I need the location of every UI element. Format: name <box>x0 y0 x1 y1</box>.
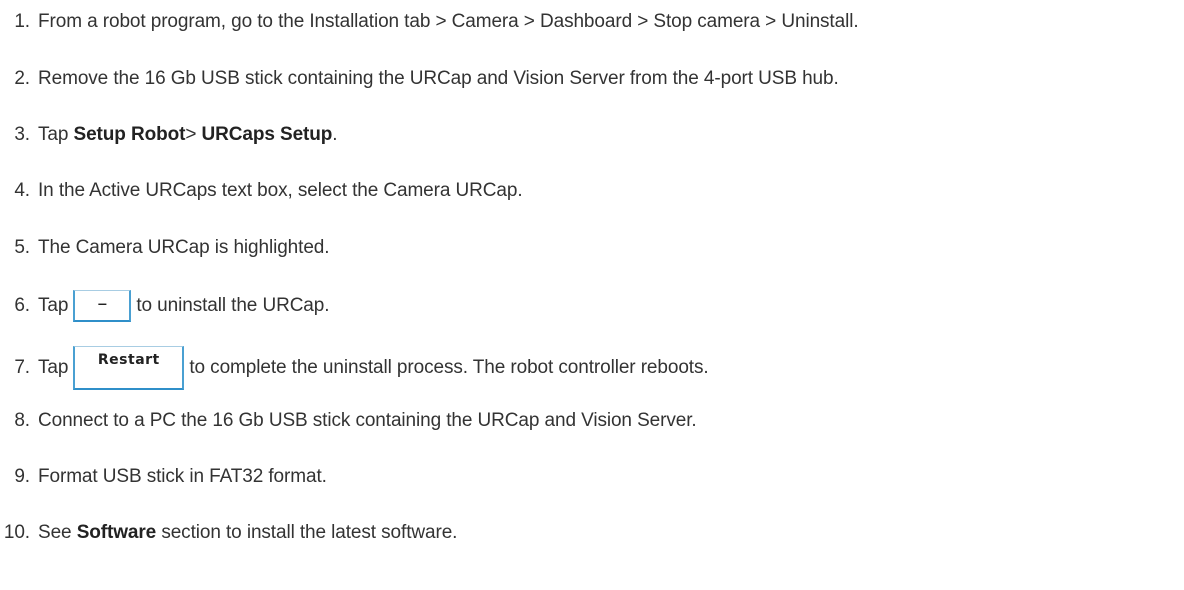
step-text: Connect to a PC the 16 Gb USB stick cont… <box>38 410 697 431</box>
step-number: 4. <box>14 180 30 201</box>
step-text: Remove the 16 Gb USB stick containing th… <box>38 68 839 89</box>
step-text-prefix: Tap <box>38 295 69 316</box>
step-number: 3. <box>14 124 30 145</box>
step-text-prefix: See <box>38 522 77 543</box>
step-text-suffix: section to install the latest software. <box>156 522 458 543</box>
step-text: Format USB stick in FAT32 format. <box>38 466 327 487</box>
step-number: 8. <box>14 410 30 431</box>
step-text: See Software section to install the late… <box>38 522 457 544</box>
step-text-suffix: to uninstall the URCap. <box>136 295 330 316</box>
step-text-prefix: Tap <box>38 357 69 378</box>
list-item: 8. Connect to a PC the 16 Gb USB stick c… <box>0 404 697 438</box>
list-item: 2. Remove the 16 Gb USB stick containing… <box>0 62 839 96</box>
uninstall-minus-button[interactable]: – <box>73 290 132 322</box>
setup-robot-label: Setup Robot <box>73 124 186 145</box>
list-item: 7. Tap Restart to complete the uninstall… <box>0 344 709 392</box>
list-item: 10. See Software section to install the … <box>0 516 458 550</box>
restart-button[interactable]: Restart <box>73 346 185 390</box>
list-item: 4. In the Active URCaps text box, select… <box>0 174 523 208</box>
list-item: 3. Tap Setup Robot> URCaps Setup. <box>0 118 337 152</box>
list-item: 9. Format USB stick in FAT32 format. <box>0 460 327 494</box>
step-text: In the Active URCaps text box, select th… <box>38 180 523 201</box>
software-link-label: Software <box>76 522 157 543</box>
step-text-suffix: to complete the uninstall process. The r… <box>189 357 709 378</box>
step-text-suffix: . <box>332 124 338 145</box>
step-number: 6. <box>14 295 30 316</box>
list-item: 1. From a robot program, go to the Insta… <box>0 5 859 39</box>
urcaps-setup-label: URCaps Setup <box>201 124 333 145</box>
step-number: 5. <box>14 237 30 258</box>
step-text: Tap Setup Robot> URCaps Setup. <box>38 124 338 146</box>
list-item: 6. Tap – to uninstall the URCap. <box>0 288 330 324</box>
step-text: From a robot program, go to the Installa… <box>38 11 859 32</box>
step-text-prefix: Tap <box>38 124 74 145</box>
step-text-separator: > <box>185 124 202 145</box>
list-item: 5. The Camera URCap is highlighted. <box>0 231 329 265</box>
step-number: 2. <box>14 68 30 89</box>
step-text: The Camera URCap is highlighted. <box>38 237 330 258</box>
step-number: 10. <box>3 522 30 543</box>
step-number: 7. <box>14 357 30 378</box>
step-number: 9. <box>14 466 30 487</box>
step-number: 1. <box>14 11 30 32</box>
